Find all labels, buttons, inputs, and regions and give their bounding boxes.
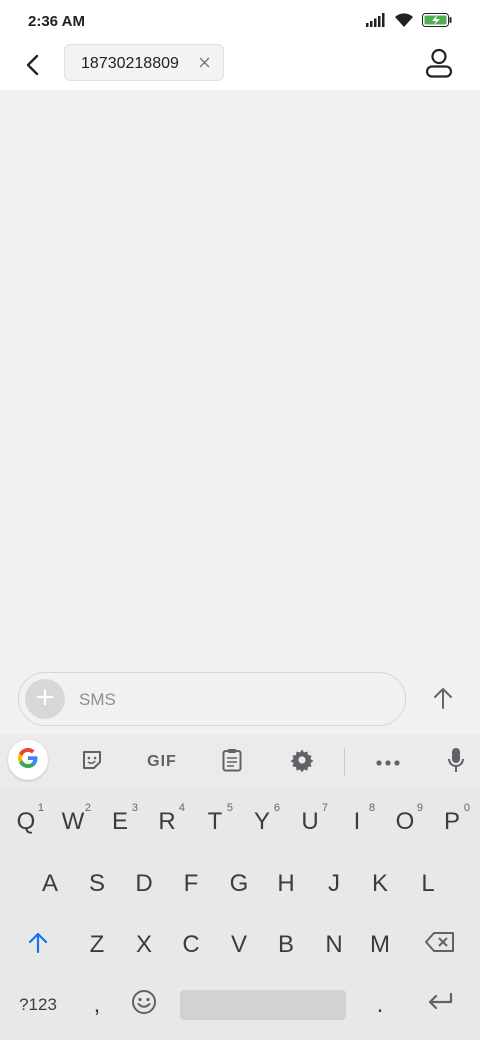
toolbar-divider xyxy=(344,748,345,776)
key-number-hint: 9 xyxy=(416,802,423,814)
key-q[interactable]: Q1 xyxy=(4,794,48,850)
key-label: U xyxy=(301,808,319,835)
recipient-number: 18730218809 xyxy=(81,55,179,72)
key-v[interactable]: V xyxy=(217,917,261,973)
emoji-key[interactable] xyxy=(122,977,166,1033)
close-icon[interactable] xyxy=(195,53,213,71)
key-label: Y xyxy=(253,808,270,835)
key-w[interactable]: W2 xyxy=(51,794,95,850)
key-number-hint: 7 xyxy=(321,802,328,814)
key-r[interactable]: R4 xyxy=(145,794,189,850)
send-button[interactable] xyxy=(424,680,462,720)
symbols-key[interactable]: ?123 xyxy=(14,977,62,1033)
key-label: E xyxy=(111,808,128,835)
google-icon xyxy=(16,746,40,775)
back-arrow-icon xyxy=(25,54,41,81)
key-t[interactable]: T5 xyxy=(193,794,237,850)
contact-icon xyxy=(425,48,453,83)
key-number-hint: 2 xyxy=(84,802,91,814)
key-z[interactable]: Z xyxy=(75,917,119,973)
more-button[interactable] xyxy=(368,744,408,780)
emoji-icon xyxy=(131,989,157,1022)
wifi-icon xyxy=(394,12,414,33)
clipboard-button[interactable] xyxy=(212,744,252,780)
key-s[interactable]: S xyxy=(75,856,119,912)
key-l[interactable]: L xyxy=(406,856,450,912)
enter-key[interactable] xyxy=(418,977,462,1033)
key-label: P xyxy=(443,808,460,835)
contact-button[interactable] xyxy=(422,48,456,82)
key-n[interactable]: N xyxy=(312,917,356,973)
key-g[interactable]: G xyxy=(217,856,261,912)
clipboard-icon xyxy=(222,748,242,777)
gif-button[interactable]: GIF xyxy=(141,744,183,780)
key-d[interactable]: D xyxy=(122,856,166,912)
key-number-hint: 1 xyxy=(37,802,44,814)
key-k[interactable]: K xyxy=(358,856,402,912)
conversation-area xyxy=(0,90,480,662)
back-button[interactable] xyxy=(18,50,48,84)
sticker-icon xyxy=(81,749,103,776)
gif-label: GIF xyxy=(147,753,177,770)
key-y[interactable]: Y6 xyxy=(240,794,284,850)
battery-charging-icon xyxy=(422,13,452,32)
key-m[interactable]: M xyxy=(358,917,402,973)
key-a[interactable]: A xyxy=(28,856,72,912)
key-label: T xyxy=(207,808,223,835)
key-p[interactable]: P0 xyxy=(430,794,474,850)
enter-icon xyxy=(427,991,453,1019)
microphone-icon xyxy=(448,747,464,778)
comma-key[interactable]: , xyxy=(75,977,119,1033)
key-u[interactable]: U7 xyxy=(288,794,332,850)
compose-field[interactable] xyxy=(18,672,406,726)
more-icon xyxy=(376,753,400,771)
period-key[interactable]: . xyxy=(358,977,402,1033)
key-h[interactable]: H xyxy=(264,856,308,912)
key-f[interactable]: F xyxy=(169,856,213,912)
settings-button[interactable] xyxy=(282,744,322,780)
key-label: W xyxy=(61,808,85,835)
message-input[interactable] xyxy=(77,687,381,713)
backspace-key[interactable] xyxy=(418,917,462,973)
backspace-icon xyxy=(425,931,455,959)
shift-icon xyxy=(28,931,48,960)
key-o[interactable]: O9 xyxy=(383,794,427,850)
signal-icon xyxy=(366,13,386,32)
keyboard: Q1 W2 E3 R4 T5 Y6 U7 I8 O9 P0 A S D F G … xyxy=(0,790,480,1040)
settings-icon xyxy=(290,748,314,777)
plus-icon xyxy=(36,688,54,711)
key-label: Q xyxy=(16,808,36,835)
key-i[interactable]: I8 xyxy=(335,794,379,850)
space-key[interactable] xyxy=(180,990,346,1020)
add-attachment-button[interactable] xyxy=(25,679,65,719)
shift-key[interactable] xyxy=(16,917,60,973)
status-icons xyxy=(366,12,452,33)
voice-input-button[interactable] xyxy=(436,744,476,780)
key-label: R xyxy=(158,808,176,835)
key-number-hint: 6 xyxy=(273,802,280,814)
keyboard-toolbar: GIF xyxy=(0,734,480,790)
key-number-hint: 0 xyxy=(463,802,470,814)
key-number-hint: 8 xyxy=(368,802,375,814)
key-number-hint: 5 xyxy=(226,802,233,814)
sticker-button[interactable] xyxy=(72,744,112,780)
key-label: I xyxy=(353,808,361,835)
key-number-hint: 4 xyxy=(178,802,185,814)
key-b[interactable]: B xyxy=(264,917,308,973)
status-time: 2:36 AM xyxy=(28,13,85,30)
key-number-hint: 3 xyxy=(131,802,138,814)
key-x[interactable]: X xyxy=(122,917,166,973)
conversation-header: 18730218809 xyxy=(0,44,480,90)
key-label: O xyxy=(395,808,415,835)
key-j[interactable]: J xyxy=(312,856,356,912)
arrow-up-icon xyxy=(433,687,453,714)
key-c[interactable]: C xyxy=(169,917,213,973)
key-e[interactable]: E3 xyxy=(98,794,142,850)
google-button[interactable] xyxy=(8,740,48,780)
status-bar: 2:36 AM xyxy=(0,0,480,44)
recipient-chip[interactable]: 18730218809 xyxy=(64,44,224,81)
